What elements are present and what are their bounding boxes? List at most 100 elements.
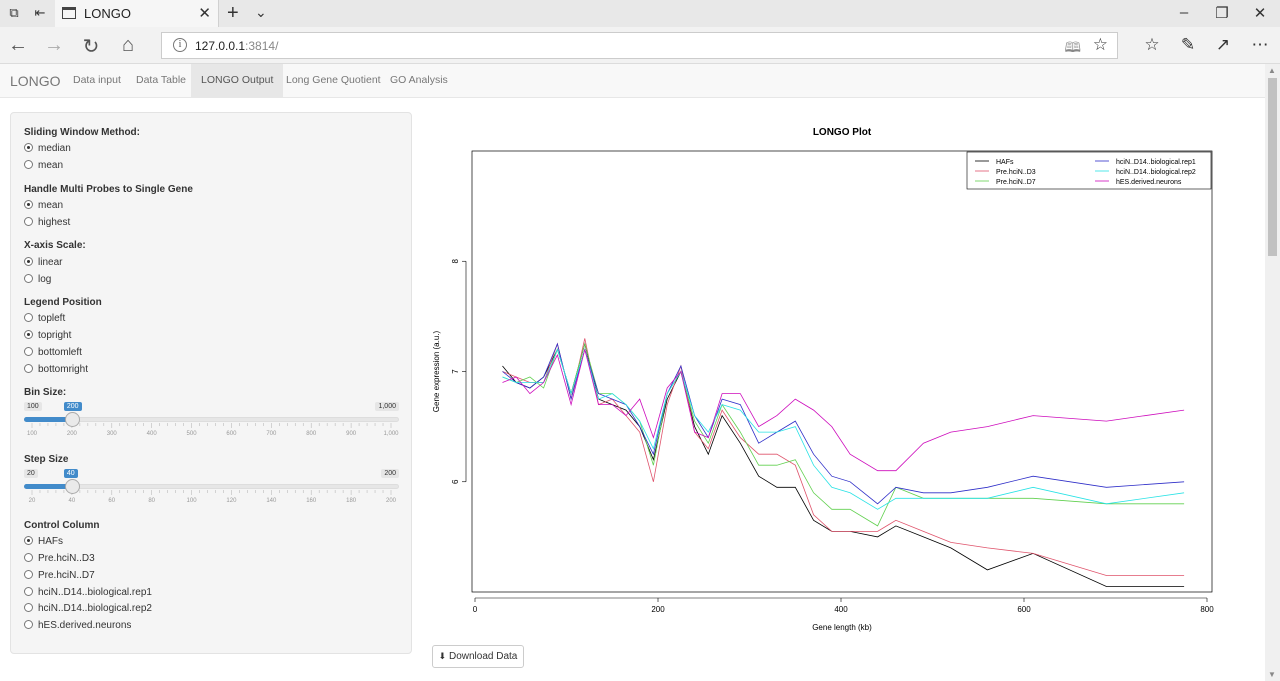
refresh-icon[interactable]: ↻: [79, 34, 103, 59]
sidebar-panel: Sliding Window Method: median mean Handl…: [10, 112, 412, 654]
multi-probes-label: Handle Multi Probes to Single Gene: [24, 184, 193, 195]
home-icon[interactable]: ⌂: [116, 34, 140, 57]
x-scale-option-log[interactable]: log: [24, 274, 51, 286]
legend-option-bottomleft[interactable]: bottomleft: [24, 347, 82, 359]
minimize-icon[interactable]: –: [1174, 4, 1194, 21]
slider-handle[interactable]: [64, 412, 80, 427]
radio-icon[interactable]: [24, 143, 33, 152]
radio-icon[interactable]: [24, 160, 33, 169]
slider-tick-label: 700: [266, 431, 277, 437]
page-icon: [62, 7, 76, 19]
slider-tick-label: 40: [68, 498, 76, 504]
reading-view-icon[interactable]: 🕮: [1064, 37, 1081, 61]
tab-data-table[interactable]: Data Table: [126, 64, 196, 97]
forward-icon[interactable]: →: [42, 34, 66, 57]
site-info-icon[interactable]: i: [173, 38, 187, 52]
slider-tick-label: 400: [146, 431, 157, 437]
radio-icon[interactable]: [24, 200, 33, 209]
slider-max-label: 200: [381, 469, 399, 478]
x-scale-option-linear[interactable]: linear: [24, 257, 62, 269]
legend-position-label: Legend Position: [24, 297, 102, 308]
x-tick-label: 200: [651, 605, 665, 614]
radio-icon[interactable]: [24, 313, 33, 322]
scrollbar-thumb[interactable]: [1268, 78, 1277, 256]
app-navbar: LONGO Data input Data Table LONGO Output…: [0, 64, 1265, 98]
legend-label: Pre.hciN..D7: [996, 179, 1036, 186]
tab-longo-output[interactable]: LONGO Output: [191, 64, 284, 97]
web-note-pen-icon[interactable]: ✎: [1177, 35, 1199, 55]
slider-tick-label: 100: [186, 498, 197, 504]
radio-icon[interactable]: [24, 620, 33, 629]
radio-icon[interactable]: [24, 217, 33, 226]
control-option-hes-neurons[interactable]: hES.derived.neurons: [24, 620, 131, 632]
favorite-star-icon[interactable]: ☆: [1093, 35, 1108, 55]
legend-option-topright[interactable]: topright: [24, 330, 71, 342]
sliding-window-option-mean[interactable]: mean: [24, 160, 63, 172]
bin-size-slider[interactable]: 100 1,000 200 100 200 300 400 500 600 700 800 90…: [24, 402, 399, 447]
control-option-d14-rep2[interactable]: hciN..D14..biological.rep2: [24, 603, 152, 615]
control-option-pre-d7[interactable]: Pre.hciN..D7: [24, 570, 95, 582]
slider-value-label: 40: [63, 469, 78, 478]
slider-tick-label: 800: [306, 431, 317, 437]
back-icon[interactable]: ←: [6, 34, 30, 57]
scroll-up-icon[interactable]: ▲: [1268, 66, 1276, 75]
radio-icon[interactable]: [24, 536, 33, 545]
sliding-window-option-median[interactable]: median: [24, 143, 71, 155]
tab-long-gene-quotient[interactable]: Long Gene Quotient: [276, 64, 391, 97]
more-menu-icon[interactable]: ⋯: [1249, 35, 1271, 55]
radio-icon[interactable]: [24, 274, 33, 283]
x-tick-label: 400: [834, 605, 848, 614]
slider-tick-label: 160: [306, 498, 317, 504]
tabs-aside-icon[interactable]: ⇤: [32, 5, 48, 21]
page-scrollbar[interactable]: ▲ ▼: [1265, 64, 1280, 681]
app-brand[interactable]: LONGO: [10, 73, 61, 89]
browser-tab[interactable]: LONGO ✕: [55, 0, 219, 27]
restore-icon[interactable]: ❐: [1212, 4, 1232, 22]
radio-icon[interactable]: [24, 553, 33, 562]
series-line-5: [502, 349, 1185, 472]
share-icon[interactable]: ↗: [1212, 35, 1234, 55]
legend-option-bottomright[interactable]: bottomright: [24, 364, 88, 376]
control-option-d14-rep1[interactable]: hciN..D14..biological.rep1: [24, 587, 152, 599]
radio-icon[interactable]: [24, 587, 33, 596]
slider-handle[interactable]: [64, 479, 80, 494]
slider-tick-label: 180: [346, 498, 357, 504]
scroll-down-icon[interactable]: ▼: [1268, 670, 1276, 679]
radio-icon[interactable]: [24, 347, 33, 356]
control-option-pre-d3[interactable]: Pre.hciN..D3: [24, 553, 95, 565]
new-tab-icon[interactable]: +: [227, 2, 239, 25]
multi-probes-option-highest[interactable]: highest: [24, 217, 70, 229]
radio-icon[interactable]: [24, 570, 33, 579]
radio-icon[interactable]: [24, 364, 33, 373]
y-tick-label: 6: [451, 479, 460, 484]
legend-label: hciN..D14..biological.rep2: [1116, 169, 1196, 176]
radio-icon[interactable]: [24, 603, 33, 612]
step-size-slider[interactable]: 20 200 40 20 40 60 80 100 120 140 160 180 200: [24, 469, 399, 514]
tab-go-analysis[interactable]: GO Analysis: [380, 64, 458, 97]
close-window-icon[interactable]: ✕: [1250, 4, 1270, 22]
legend-option-topleft[interactable]: topleft: [24, 313, 65, 325]
close-tab-icon[interactable]: ✕: [198, 4, 211, 22]
radio-icon[interactable]: [24, 330, 33, 339]
series-line-1: [502, 338, 1185, 576]
tab-data-input[interactable]: Data input: [63, 64, 131, 97]
slider-track[interactable]: [24, 484, 399, 489]
sliding-window-label: Sliding Window Method:: [24, 127, 140, 138]
legend-label: Pre.hciN..D3: [996, 169, 1036, 176]
slider-track[interactable]: [24, 417, 399, 422]
favorites-hub-icon[interactable]: ☆: [1141, 35, 1163, 55]
slider-tick-label: 200: [66, 431, 77, 437]
legend-label: hES.derived.neurons: [1116, 179, 1182, 186]
multi-probes-option-mean[interactable]: mean: [24, 200, 63, 212]
control-option-hafs[interactable]: HAFs: [24, 536, 63, 548]
radio-icon[interactable]: [24, 257, 33, 266]
chevron-down-icon[interactable]: ⌄: [255, 4, 267, 21]
slider-tick-label: 300: [106, 431, 117, 437]
tab-actions-icon[interactable]: ⧉: [6, 5, 22, 21]
x-tick-label: 0: [473, 605, 478, 614]
url-field[interactable]: i 127.0.0.1:3814/ 🕮 ☆: [161, 32, 1118, 59]
series-line-4: [502, 347, 1185, 510]
download-data-button[interactable]: ⬇ Download Data: [432, 645, 524, 668]
slider-ticks: [31, 490, 392, 495]
y-axis-label: Gene expression (a.u.): [432, 330, 441, 412]
